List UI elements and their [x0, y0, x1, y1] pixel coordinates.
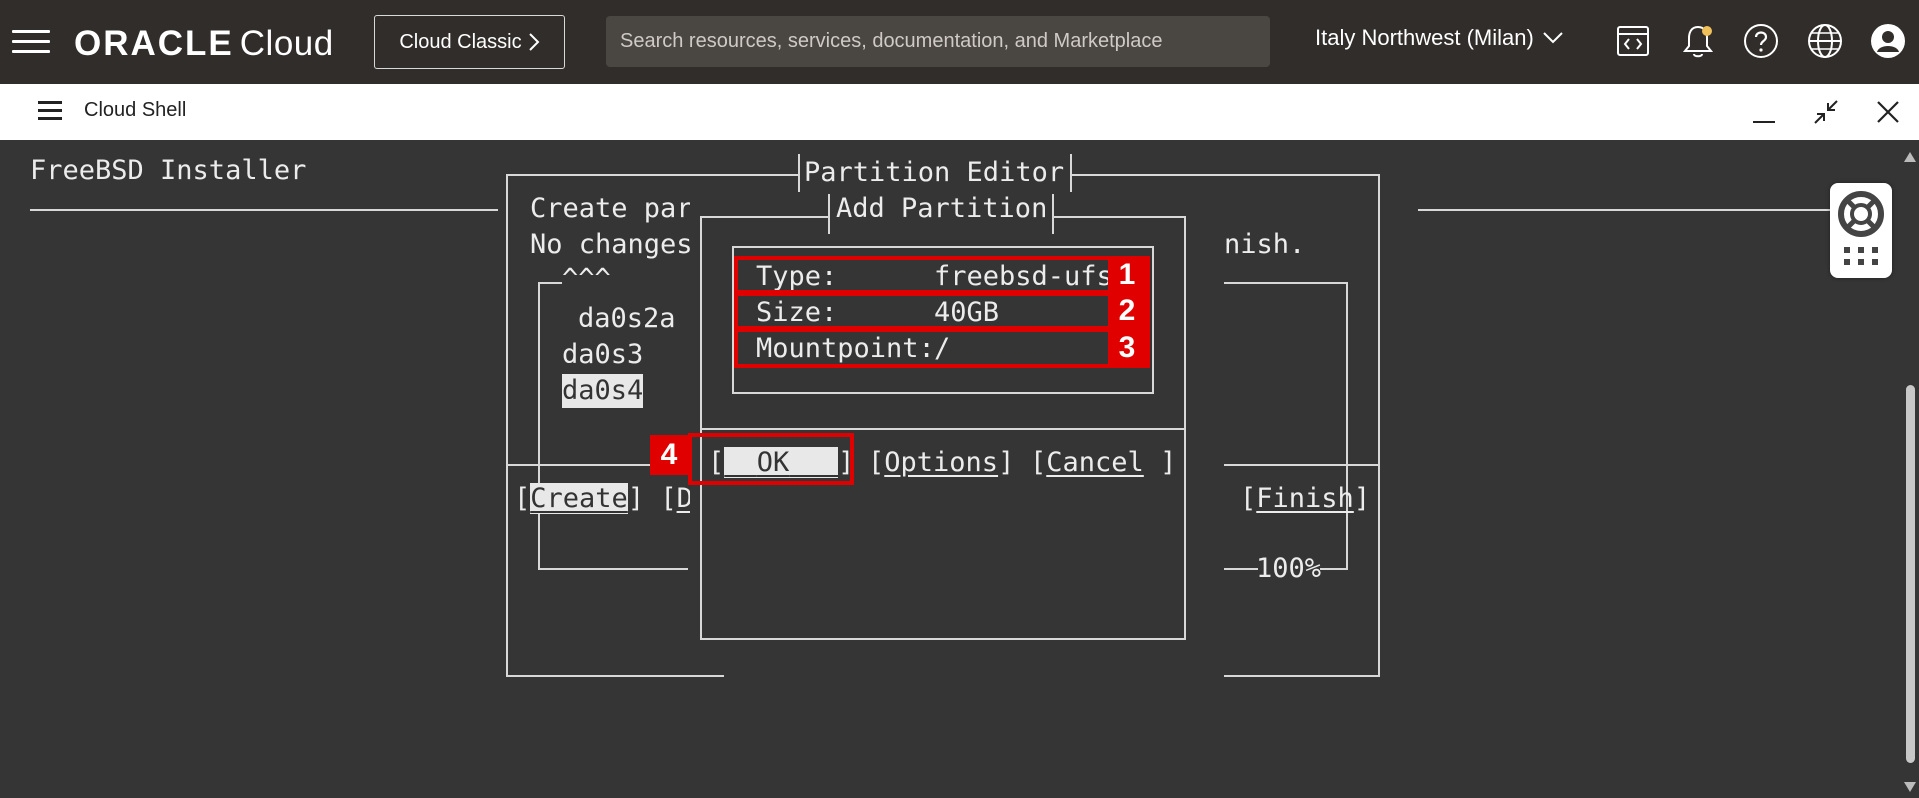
pe-border-bottom-right [1224, 675, 1380, 677]
ap-border-bottom [700, 638, 1186, 640]
cancel-button[interactable]: [Cancel ] [1030, 446, 1176, 480]
close-icon[interactable] [1872, 96, 1904, 128]
list-border-bottom-right-b [1320, 568, 1348, 570]
ap-title-tick-left [828, 194, 830, 234]
help-icon[interactable] [1740, 20, 1782, 62]
user-avatar-icon[interactable] [1867, 20, 1909, 62]
bell-icon[interactable] [1677, 20, 1719, 62]
chevron-right-icon [528, 33, 540, 51]
annotation-box-ok [688, 433, 854, 485]
title-rule-left [30, 209, 498, 211]
annotation-box-size [734, 292, 1150, 330]
logo-brand: ORACLE [74, 24, 234, 63]
list-border-top-right [1224, 282, 1348, 284]
logo-product: Cloud [239, 24, 334, 63]
cloud-shell-header: Cloud Shell [0, 84, 1919, 140]
pe-title-tick-right [1070, 154, 1072, 194]
annotation-box-type [734, 256, 1150, 294]
annotation-badge: 1 [1108, 258, 1146, 292]
pe-border-top-left [506, 174, 798, 176]
pe-border-bottom-left [506, 675, 724, 677]
list-border-top [538, 282, 562, 284]
scroll-carets: ^^^ [562, 263, 611, 294]
pe-border-left [506, 174, 508, 677]
cancel-label: Cancel [1046, 447, 1144, 478]
scrollbar-thumb[interactable] [1906, 385, 1915, 763]
top-navigation-bar: ORACLE Cloud Cloud Classic Search resourc… [0, 0, 1919, 84]
globe-icon[interactable] [1804, 20, 1846, 62]
main-menu-icon[interactable] [12, 27, 50, 55]
fields-border-bottom [732, 392, 1154, 394]
pe-border-top-right [1072, 174, 1380, 176]
search-input[interactable]: Search resources, services, documentatio… [606, 16, 1270, 67]
pe-line-nochanges: No changes [530, 229, 693, 260]
pe-line-create: Create par [530, 193, 693, 224]
create-button[interactable]: [Create] [D [514, 482, 693, 516]
options-button[interactable]: [Options] [868, 446, 1014, 480]
fields-border-right [1152, 246, 1154, 394]
installer-title: FreeBSD Installer [30, 155, 307, 186]
annotation-badge: 3 [1108, 331, 1146, 365]
shell-menu-icon[interactable] [38, 100, 62, 120]
list-border-left [538, 282, 540, 570]
restore-icon[interactable] [1810, 96, 1842, 128]
lifebuoy-icon [1838, 191, 1884, 265]
partition-editor-title: Partition Editor [804, 157, 1065, 188]
finish-label: Finish [1256, 483, 1354, 514]
annotation-badge: 4 [650, 435, 688, 475]
region-label: Italy Northwest (Milan) [1315, 25, 1534, 50]
finish-button[interactable]: [Finish] [1240, 482, 1370, 516]
terminal[interactable]: FreeBSD Installer Partition Editor Creat… [0, 140, 1900, 798]
cloud-classic-button[interactable]: Cloud Classic [374, 15, 565, 69]
scroll-down-icon[interactable] [1904, 782, 1916, 792]
oracle-cloud-logo[interactable]: ORACLE Cloud [74, 24, 334, 64]
options-label: Options [884, 447, 999, 478]
partition-row[interactable]: da0s2a [578, 302, 676, 336]
help-widget[interactable] [1830, 183, 1892, 278]
pe-separator-right [1224, 464, 1380, 466]
chevron-down-icon [1543, 32, 1563, 44]
title-rule-right [1418, 209, 1830, 211]
ap-separator [700, 428, 1186, 430]
pe-title-tick-left [798, 154, 800, 194]
shell-title: Cloud Shell [84, 99, 187, 121]
region-selector[interactable]: Italy Northwest (Milan) [1315, 25, 1564, 51]
ap-title-tick-right [1052, 194, 1054, 234]
pe-border-right [1378, 174, 1380, 677]
annotation-badge: 2 [1108, 294, 1146, 328]
cloud-classic-label: Cloud Classic [399, 30, 522, 53]
code-editor-icon[interactable] [1612, 20, 1654, 62]
annotation-box-mountpoint [734, 328, 1150, 368]
partition-row[interactable]: da0s3 [562, 338, 643, 372]
add-partition-title: Add Partition [836, 193, 1048, 224]
percent-used: 100% [1256, 553, 1322, 584]
partition-row-selected[interactable]: da0s4 [562, 374, 644, 408]
ap-border-top-right [1054, 216, 1186, 218]
minimize-icon[interactable] [1748, 96, 1780, 128]
fields-border-top [732, 246, 1154, 248]
scroll-up-icon[interactable] [1904, 152, 1916, 162]
create-label: Create [530, 483, 628, 514]
list-border-bottom-right-a [1224, 568, 1258, 570]
search-placeholder: Search resources, services, documentatio… [620, 30, 1163, 52]
ap-border-top-left [700, 216, 828, 218]
list-border-right [1346, 282, 1348, 570]
pe-line-nochanges-tail: nish. [1224, 229, 1306, 260]
list-border-bottom [538, 568, 688, 570]
